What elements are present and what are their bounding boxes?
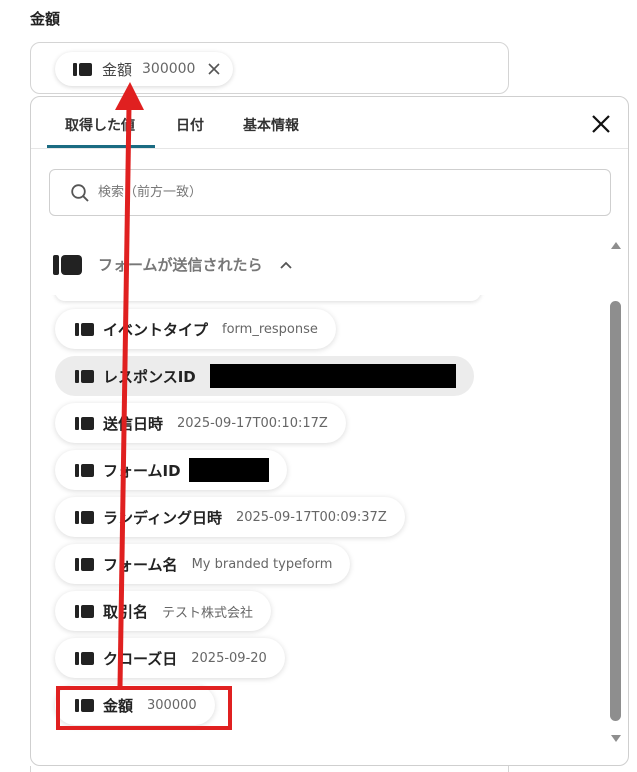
redacted-value: [188, 458, 269, 482]
item-name: フォーム名: [103, 555, 178, 574]
chip-value: 300000: [142, 61, 196, 77]
close-icon[interactable]: [205, 60, 223, 78]
item-name: レスポンスID: [103, 367, 196, 386]
block-icon: [75, 463, 94, 477]
item-value: テスト株式会社: [162, 605, 254, 621]
item-name: 送信日時: [103, 414, 164, 433]
search-field[interactable]: [49, 169, 611, 216]
item-name: ランディング日時: [103, 508, 222, 527]
search-input[interactable]: [96, 184, 556, 201]
list-item[interactable]: ランディング日時 2025-09-17T00:09:37Z: [55, 497, 405, 537]
item-value: 2025-09-17T00:09:37Z: [235, 509, 387, 525]
block-icon: [75, 698, 94, 712]
tab-acquired-values[interactable]: 取得した値: [65, 115, 135, 135]
list-item[interactable]: レスポンスID: [55, 356, 474, 396]
item-value: form_response: [222, 321, 318, 337]
group-header[interactable]: フォームが送信されたら: [53, 254, 293, 275]
item-value: My branded typeform: [191, 556, 333, 572]
item-value: 300000: [147, 697, 197, 713]
item-value: 2025-09-17T00:10:17Z: [177, 415, 328, 431]
block-icon: [75, 651, 94, 665]
list-item[interactable]: 取引名 テスト株式会社: [55, 591, 272, 631]
list-item[interactable]: フォームID: [55, 450, 287, 490]
value-field[interactable]: 金額 300000: [30, 42, 509, 94]
scroll-up-icon[interactable]: [610, 239, 622, 251]
list-item[interactable]: 金額 300000: [55, 685, 215, 725]
block-icon: [75, 322, 94, 336]
block-icon: [75, 416, 94, 430]
active-tab-indicator: [47, 145, 155, 148]
redacted-value: [209, 364, 456, 388]
block-icon: [53, 254, 82, 275]
tab-bar: 取得した値 日付 基本情報: [31, 97, 628, 149]
search-icon: [71, 183, 89, 202]
item-name: フォームID: [103, 461, 181, 480]
block-icon: [75, 557, 94, 571]
close-icon[interactable]: [590, 113, 612, 135]
chip-name: 金額: [102, 60, 133, 79]
scroll-thumb[interactable]: [610, 301, 621, 721]
selected-value-chip[interactable]: 金額 300000: [55, 52, 234, 86]
block-icon: [75, 369, 94, 383]
item-name: イベントタイプ: [103, 320, 209, 339]
list-item[interactable]: [55, 295, 481, 301]
list-item[interactable]: クローズ日 2025-09-20: [55, 638, 285, 678]
block-icon: [73, 62, 92, 76]
item-value: 2025-09-20: [191, 650, 267, 666]
block-icon: [75, 510, 94, 524]
value-list: イベントタイプ form_response レスポンスID 送信日時 2025-…: [31, 295, 607, 765]
group-title: フォームが送信されたら: [98, 256, 263, 274]
tab-basic-info[interactable]: 基本情報: [243, 115, 299, 135]
scroll-down-icon[interactable]: [610, 733, 622, 745]
value-picker-panel: 取得した値 日付 基本情報 フォームが送信されたら イベントタイプ form_r…: [30, 96, 629, 766]
item-name: 金額: [103, 696, 134, 715]
field-label: 金額: [30, 10, 61, 28]
list-item[interactable]: イベントタイプ form_response: [55, 309, 336, 349]
tab-date[interactable]: 日付: [176, 115, 204, 135]
list-item[interactable]: フォーム名 My branded typeform: [55, 544, 351, 584]
list-item[interactable]: 送信日時 2025-09-17T00:10:17Z: [55, 403, 346, 443]
scrollbar[interactable]: [607, 239, 625, 749]
item-name: 取引名: [103, 602, 149, 621]
block-icon: [75, 604, 94, 618]
item-name: クローズ日: [103, 649, 178, 668]
chevron-up-icon[interactable]: [279, 258, 293, 272]
field-border-continuation: [30, 766, 509, 772]
